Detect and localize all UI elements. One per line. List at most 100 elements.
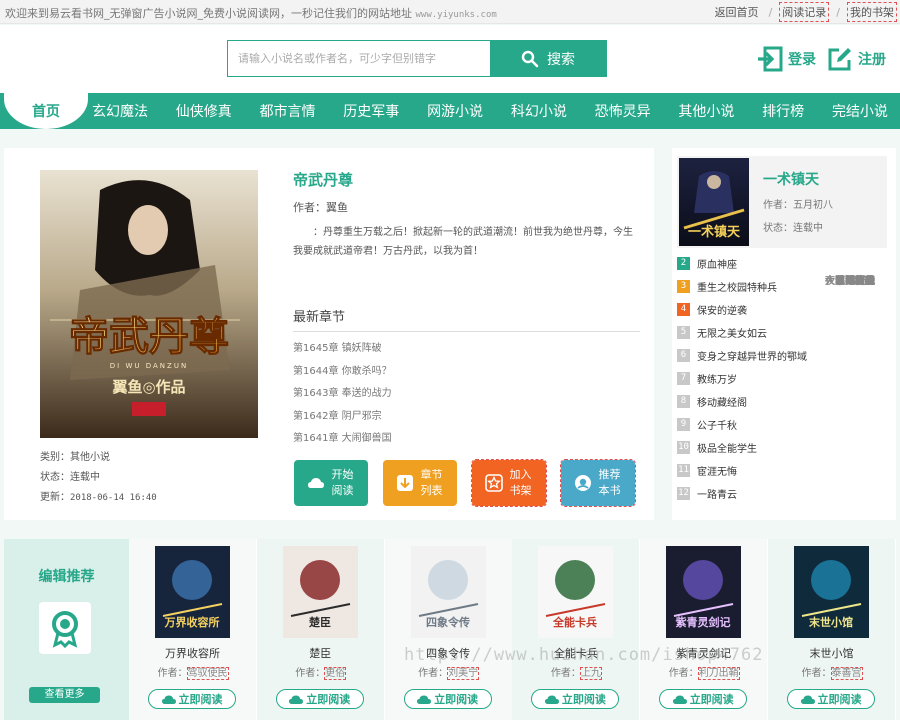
read-now-label: 立即阅读 xyxy=(434,693,479,706)
start-reading-button[interactable]: 开始 阅读 xyxy=(294,460,368,506)
recommend-book-cover[interactable]: 楚臣 xyxy=(282,546,358,638)
rank-number: 12 xyxy=(677,487,690,500)
rank-row[interactable]: 5 无限之美女如云 小2傻 xyxy=(677,276,889,344)
rank-row[interactable]: 7 教练万岁 过关新将 xyxy=(677,276,889,390)
rank-book-name[interactable]: 宦涯无悔 xyxy=(697,463,889,478)
read-now-button[interactable]: 立即阅读 xyxy=(148,689,236,709)
ranking-panel: 一术镇天 一术镇天 作者：五月初八 状态：连载中 2 原血神座 缘分0 3 重生之校园特… xyxy=(672,148,896,520)
featured-description: ：丹尊重生万载之后！掀起新一轮的武道潮流！前世我为绝世丹尊，今生我要成就武道帝君… xyxy=(293,227,633,257)
cloud-icon xyxy=(672,695,687,704)
read-now-button[interactable]: 立即阅读 xyxy=(403,689,492,709)
chapter-link[interactable]: 第1645章 镇妖阵破 xyxy=(293,338,392,361)
nav-item[interactable]: 恐怖灵异 xyxy=(591,101,655,121)
recommend-author-name[interactable]: 泰善宫 xyxy=(830,667,863,680)
rank-book-name[interactable]: 移动藏经阁 xyxy=(697,394,889,409)
recommend-button[interactable]: 推荐 本书 xyxy=(560,459,636,507)
register-button[interactable]: 注册 xyxy=(826,45,886,73)
recommend-book-cover[interactable]: 全能卡兵 xyxy=(538,546,614,638)
nav-item[interactable]: 完结小说 xyxy=(828,101,892,121)
link-reading-history[interactable]: 阅读记录 xyxy=(779,2,830,22)
view-more-button[interactable]: 查看更多 xyxy=(29,687,100,703)
recommend-cover-image: 楚臣 xyxy=(282,546,358,638)
link-home[interactable]: 返回首页 xyxy=(713,3,761,21)
rank-book-name[interactable]: 变身之穿越异世界的鄂域 xyxy=(697,348,889,363)
recommend-book-cover[interactable]: 紫青灵剑记 xyxy=(666,546,742,638)
nav-item[interactable]: 排行榜 xyxy=(758,101,808,121)
chapter-list-button[interactable]: 章节 列表 xyxy=(383,460,457,506)
recommend-author-name[interactable]: 驾驭使民 xyxy=(186,667,229,680)
recommend-author-name[interactable]: 上九 xyxy=(579,667,602,680)
action-label: 列表 xyxy=(420,484,443,497)
recommend-book-name[interactable]: 万界收容所 xyxy=(129,645,256,661)
rank-row[interactable]: 4 保安的逆袭 夜幕下的九 xyxy=(677,276,889,321)
rank-book-name[interactable]: 原血神座 xyxy=(697,256,889,271)
recommend-book-cover[interactable]: 四象令传 xyxy=(410,546,486,638)
rank-book-name[interactable]: 公子千秋 xyxy=(697,417,889,432)
rank-row[interactable]: 8 移动藏经阁 汉宝 xyxy=(677,276,889,413)
chapter-link[interactable]: 第1642章 阴尸邪宗 xyxy=(293,406,392,429)
author-prefix: 作者： xyxy=(295,668,326,679)
read-now-button[interactable]: 立即阅读 xyxy=(787,689,875,709)
rank-book-name[interactable]: 无限之美女如云 xyxy=(697,325,889,340)
recommend-book-author: 作者：更俗 xyxy=(257,664,384,680)
rank-row[interactable]: 12 一路青云 夏言冰 xyxy=(677,276,889,505)
action-label: 加入 xyxy=(509,468,532,481)
recommend-book-name[interactable]: 四象令传 xyxy=(385,645,512,661)
read-now-label: 立即阅读 xyxy=(178,693,223,706)
link-bookshelf[interactable]: 我的书架 xyxy=(847,2,897,22)
nav-item[interactable]: 仙侠修真 xyxy=(172,101,236,121)
recommend-author-name[interactable]: 刘美宁 xyxy=(447,667,480,680)
separator: / xyxy=(836,5,840,19)
recommend-book-name[interactable]: 末世小馆 xyxy=(768,645,895,661)
recommend-author-name[interactable]: 利刀出鞘 xyxy=(697,667,740,680)
add-to-shelf-button[interactable]: 加入 书架 xyxy=(471,459,547,507)
recommend-book-card: 万界收容所 万界收容所 作者：驾驭使民 立即阅读 xyxy=(129,539,256,720)
rank-number: 10 xyxy=(677,441,690,454)
rank-book-name[interactable]: 极品全能学生 xyxy=(697,440,889,455)
author-prefix: 作者： xyxy=(550,668,581,679)
rank-row[interactable]: 9 公子千秋 府天 xyxy=(677,276,889,436)
recommend-book-card: 全能卡兵 全能卡兵 作者：上九 立即阅读 xyxy=(512,539,640,720)
featured-title[interactable]: 帝武丹尊 xyxy=(293,169,353,190)
recommend-book-name[interactable]: 楚臣 xyxy=(257,645,384,661)
rank-book-name[interactable]: 一路青云 xyxy=(697,486,889,501)
nav-item[interactable]: 都市言情 xyxy=(256,101,320,121)
nav-item[interactable]: 历史军事 xyxy=(339,101,403,121)
recommend-book-cover[interactable]: 末世小馆 xyxy=(794,546,869,638)
recommend-author-name[interactable]: 更俗 xyxy=(324,667,347,680)
ranking-top-book[interactable]: 一术镇天 一术镇天 作者：五月初八 状态：连载中 xyxy=(677,156,887,248)
login-button[interactable]: 登录 xyxy=(756,45,816,73)
rank-book-name[interactable]: 保安的逆袭 xyxy=(697,302,889,317)
nav-home[interactable]: 首页 xyxy=(4,93,88,129)
search-icon xyxy=(521,50,539,67)
recommend-book-card: 四象令传 四象令传 作者：刘美宁 立即阅读 xyxy=(384,539,512,720)
chapter-link[interactable]: 第1641章 大闹御兽国 xyxy=(293,428,392,451)
rank-number: 8 xyxy=(677,395,690,408)
search-input[interactable] xyxy=(228,41,490,76)
nav-item[interactable]: 网游小说 xyxy=(423,101,487,121)
recommend-book-cover[interactable]: 万界收容所 xyxy=(155,546,230,638)
top-bar: 欢迎来到易云看书网_无弹窗广告小说网_免费小说阅读网，一秒记住我们的网站地址 w… xyxy=(0,0,900,24)
ranking-top-cover[interactable]: 一术镇天 xyxy=(679,158,749,246)
recommend-book-author: 作者：驾驭使民 xyxy=(129,664,256,680)
recommend-book-name[interactable]: 紫青灵剑记 xyxy=(640,645,767,661)
rank-row[interactable]: 11 宦涯无悔关 xyxy=(677,276,889,482)
rank-book-name[interactable]: 教练万岁 xyxy=(697,371,889,386)
read-now-button[interactable]: 立即阅读 xyxy=(659,689,748,709)
recommend-book-card: 末世小馆 末世小馆 作者：泰善宫 立即阅读 xyxy=(768,539,895,720)
rank-row[interactable]: 10 极品全能学生 花都大少 xyxy=(677,276,889,459)
read-now-button[interactable]: 立即阅读 xyxy=(531,689,620,709)
chapter-link[interactable]: 第1644章 你敢杀吗？ xyxy=(293,361,392,384)
recommend-book-name[interactable]: 全能卡兵 xyxy=(512,645,639,661)
nav-item[interactable]: 其他小说 xyxy=(674,101,738,121)
search-button[interactable]: 搜索 xyxy=(490,41,606,76)
rank-row[interactable]: 6 变身之穿越异世界的鄂域 雷鲍的粉 xyxy=(677,276,889,367)
nav-item[interactable]: 玄幻魔法 xyxy=(88,101,152,121)
nav-item[interactable]: 科幻小说 xyxy=(507,101,571,121)
chapter-link[interactable]: 第1643章 奉送的战力 xyxy=(293,383,392,406)
editor-recommend-label: 编辑推荐 查看更多 xyxy=(4,539,129,720)
featured-author: 作者：翼鱼 xyxy=(293,201,348,214)
login-icon xyxy=(758,46,783,72)
read-now-button[interactable]: 立即阅读 xyxy=(275,689,364,709)
featured-cover[interactable]: 帝武丹尊 DI WU DANZUN 翼鱼◎作品 xyxy=(40,170,258,438)
